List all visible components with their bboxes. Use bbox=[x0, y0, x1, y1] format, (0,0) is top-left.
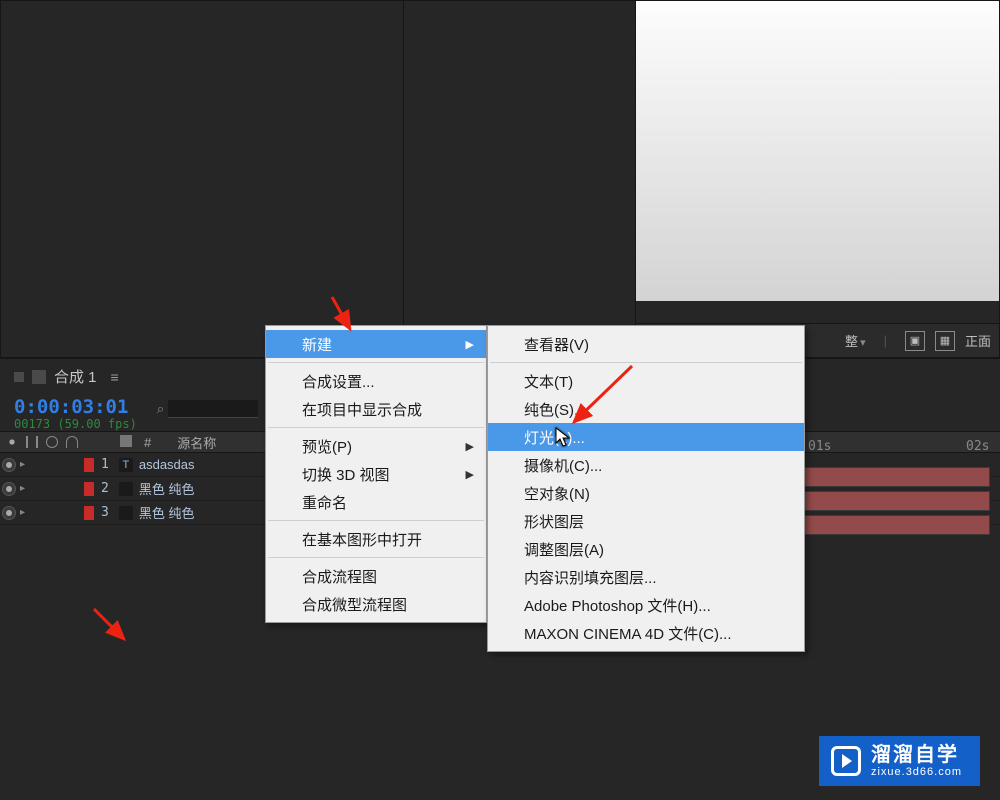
menu-separator bbox=[490, 362, 802, 363]
expand-icon[interactable]: ▸ bbox=[20, 483, 25, 494]
menu-open-essential-graphics[interactable]: 在基本图形中打开 bbox=[266, 525, 486, 553]
adjust-dropdown[interactable]: 整▾ bbox=[845, 331, 866, 350]
menu-new-shape[interactable]: 形状图层 bbox=[488, 507, 804, 535]
context-menu[interactable]: 新建▶ 合成设置... 在项目中显示合成 预览(P)▶ 切换 3D 视图▶ 重命… bbox=[265, 325, 487, 623]
menu-comp-flowchart[interactable]: 合成流程图 bbox=[266, 562, 486, 590]
search-icon: ⌕ bbox=[157, 401, 164, 417]
menu-reveal-in-project[interactable]: 在项目中显示合成 bbox=[266, 395, 486, 423]
tab-menu-icon[interactable]: ≡ bbox=[111, 369, 119, 385]
camera-view-1-icon[interactable]: ▣ bbox=[905, 331, 925, 351]
source-column-header[interactable]: 源名称 bbox=[171, 433, 222, 452]
audio-column-icon[interactable] bbox=[26, 436, 38, 448]
menu-comp-settings[interactable]: 合成设置... bbox=[266, 367, 486, 395]
menu-new-photoshop-file[interactable]: Adobe Photoshop 文件(H)... bbox=[488, 591, 804, 619]
menu-new-viewer[interactable]: 查看器(V) bbox=[488, 330, 804, 358]
tab-close-icon[interactable] bbox=[14, 372, 24, 382]
view-front-label[interactable]: 正面 bbox=[965, 331, 991, 350]
layer-color-swatch[interactable] bbox=[84, 458, 94, 472]
visibility-toggle[interactable] bbox=[2, 506, 16, 520]
menu-new-solid[interactable]: 纯色(S)... bbox=[488, 395, 804, 423]
menu-mini-flowchart[interactable]: 合成微型流程图 bbox=[266, 590, 486, 618]
watermark-badge: 溜溜自学 zixue.3d66.com bbox=[819, 736, 980, 786]
watermark-title: 溜溜自学 bbox=[871, 744, 962, 766]
preview-panel[interactable]: 整▾ | ▣ ▦ 正面 bbox=[636, 0, 1000, 358]
context-submenu-new[interactable]: 查看器(V) 文本(T) 纯色(S)... 灯光(L)... 摄像机(C)...… bbox=[487, 325, 805, 652]
watermark-url: zixue.3d66.com bbox=[871, 766, 962, 778]
preview-output bbox=[636, 1, 999, 301]
lock-column-icon[interactable] bbox=[66, 436, 78, 448]
layer-index: 3 bbox=[101, 505, 109, 520]
layer-name[interactable]: 黑色 纯色 bbox=[139, 479, 195, 498]
play-icon bbox=[831, 746, 861, 776]
expand-icon[interactable]: ▸ bbox=[20, 459, 25, 470]
layer-index: 1 bbox=[101, 457, 109, 472]
menu-new-light[interactable]: 灯光(L)... bbox=[488, 423, 804, 451]
ruler-tick: 02s bbox=[966, 439, 989, 454]
tab-color-icon bbox=[32, 370, 46, 384]
layer-color-swatch[interactable] bbox=[84, 506, 94, 520]
layer-color-swatch[interactable] bbox=[84, 482, 94, 496]
menu-new[interactable]: 新建▶ bbox=[266, 330, 486, 358]
aux-panel[interactable] bbox=[404, 0, 636, 358]
layer-search-input[interactable] bbox=[168, 400, 258, 418]
expand-icon[interactable]: ▸ bbox=[20, 507, 25, 518]
menu-separator bbox=[268, 520, 484, 521]
timecode-frames: 00173 (59.00 fps) bbox=[14, 417, 137, 431]
layer-name[interactable]: 黑色 纯色 bbox=[139, 503, 195, 522]
ruler-tick: 01s bbox=[808, 439, 831, 454]
index-column-header: # bbox=[138, 435, 157, 450]
menu-new-text[interactable]: 文本(T) bbox=[488, 367, 804, 395]
layer-index: 2 bbox=[101, 481, 109, 496]
menu-new-c4d-file[interactable]: MAXON CINEMA 4D 文件(C)... bbox=[488, 619, 804, 647]
visibility-toggle[interactable] bbox=[2, 458, 16, 472]
menu-preview[interactable]: 预览(P)▶ bbox=[266, 432, 486, 460]
solo-column-icon[interactable] bbox=[46, 436, 58, 448]
menu-rename[interactable]: 重命名 bbox=[266, 488, 486, 516]
menu-new-adjustment[interactable]: 调整图层(A) bbox=[488, 535, 804, 563]
text-layer-icon bbox=[119, 458, 133, 472]
layer-name[interactable]: asdasdas bbox=[139, 457, 195, 472]
menu-new-camera[interactable]: 摄像机(C)... bbox=[488, 451, 804, 479]
timecode[interactable]: 0:00:03:01 bbox=[14, 396, 137, 418]
tab-title[interactable]: 合成 1 bbox=[54, 366, 97, 387]
menu-separator bbox=[268, 362, 484, 363]
solid-layer-icon bbox=[119, 506, 133, 520]
menu-separator bbox=[268, 557, 484, 558]
camera-view-2-icon[interactable]: ▦ bbox=[935, 331, 955, 351]
solid-layer-icon bbox=[119, 482, 133, 496]
label-column-icon[interactable] bbox=[120, 435, 132, 447]
menu-new-null[interactable]: 空对象(N) bbox=[488, 479, 804, 507]
menu-switch-3d-view[interactable]: 切换 3D 视图▶ bbox=[266, 460, 486, 488]
eye-column-icon[interactable] bbox=[6, 436, 18, 448]
visibility-toggle[interactable] bbox=[2, 482, 16, 496]
menu-new-content-aware[interactable]: 内容识别填充图层... bbox=[488, 563, 804, 591]
project-panel[interactable] bbox=[0, 0, 404, 358]
preview-viewport[interactable] bbox=[636, 1, 999, 323]
menu-separator bbox=[268, 427, 484, 428]
